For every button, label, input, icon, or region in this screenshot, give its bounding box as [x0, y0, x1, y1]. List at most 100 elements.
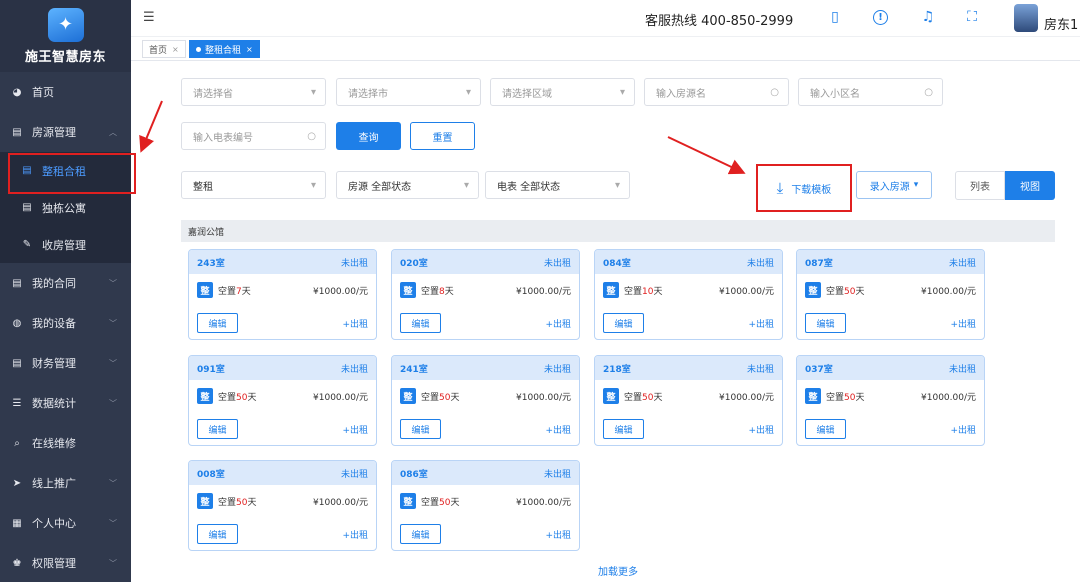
room-number: 241室 [400, 364, 428, 375]
rent-out-link[interactable]: +出租 [342, 423, 368, 436]
edit-button[interactable]: 编辑 [805, 419, 846, 439]
room-price: ¥1000.00/元 [516, 392, 571, 403]
sidebar-item-label: 房源管理 [32, 126, 76, 139]
edit-button[interactable]: 编辑 [400, 419, 441, 439]
room-card[interactable]: 243室 未出租整空置7天 ¥1000.00/元 编辑 +出租 [188, 249, 377, 340]
brand-logo[interactable]: ✦ 施王智慧房东 [0, 0, 131, 72]
rent-out-link[interactable]: +出租 [342, 528, 368, 541]
edit-button[interactable]: 编辑 [400, 313, 441, 333]
close-icon[interactable]: × [246, 45, 253, 54]
room-card[interactable]: 241室 未出租整空置50天 ¥1000.00/元 编辑 +出租 [391, 355, 580, 446]
rent-status: 未出租 [948, 258, 976, 269]
sidebar-item-home[interactable]: ◕ 首页 [0, 72, 131, 112]
document-icon: ▤ [22, 202, 32, 213]
chevron-down-icon: ▾ [913, 180, 919, 190]
bell-icon[interactable]: ♫ [919, 8, 937, 26]
sidebar-item-repair[interactable]: ⌕ 在线维修 [0, 423, 131, 463]
province-select[interactable]: 请选择省 ▾ [181, 78, 326, 106]
room-card-footer: 编辑 +出租 [595, 412, 782, 445]
house-status-select[interactable]: 房源 全部状态 ▾ [336, 171, 479, 199]
tab-whole-shared-rent[interactable]: 整租合租 × [189, 40, 260, 58]
enter-house-label: 录入房源 [869, 181, 910, 193]
card-view-toggle[interactable]: 视图 [1005, 171, 1055, 200]
info-icon[interactable]: ! [873, 10, 888, 25]
avatar[interactable] [1014, 4, 1038, 32]
sidebar-item-permissions[interactable]: ♚ 权限管理 ﹀ [0, 543, 131, 582]
vacancy-text: 空置50天 [826, 390, 864, 403]
edit-button[interactable]: 编辑 [805, 313, 846, 333]
edit-button[interactable]: 编辑 [400, 524, 441, 544]
house-name-input[interactable]: 输入房源名 ○ [644, 78, 789, 106]
search-icon: ○ [770, 86, 779, 98]
room-card[interactable]: 008室 未出租整空置50天 ¥1000.00/元 编辑 +出租 [188, 460, 377, 551]
download-template-button[interactable]: ⤓ 下载模板 [756, 164, 852, 212]
room-card[interactable]: 086室 未出租整空置50天 ¥1000.00/元 编辑 +出租 [391, 460, 580, 551]
room-card-body: 整空置50天 ¥1000.00/元 [797, 274, 984, 306]
edit-icon: ✎ [22, 239, 32, 250]
meter-number-input[interactable]: 输入电表编号 ○ [181, 122, 326, 150]
community-input[interactable]: 输入小区名 ○ [798, 78, 943, 106]
close-icon[interactable]: × [172, 45, 179, 54]
whole-rent-badge-icon: 整 [400, 493, 416, 509]
sidebar-item-finance[interactable]: ▤ 财务管理 ﹀ [0, 343, 131, 383]
vacancy-suffix: 天 [247, 497, 257, 508]
room-card[interactable]: 084室 未出租整空置10天 ¥1000.00/元 编辑 +出租 [594, 249, 783, 340]
sidebar-item-apartment[interactable]: ▤ 独栋公寓 [0, 189, 131, 226]
edit-button[interactable]: 编辑 [197, 524, 238, 544]
room-card[interactable]: 020室 未出租整空置8天 ¥1000.00/元 编辑 +出租 [391, 249, 580, 340]
vacancy-days: 50 [236, 497, 248, 508]
district-select[interactable]: 请选择区域 ▾ [490, 78, 635, 106]
chevron-down-icon: ﹀ [109, 278, 117, 288]
tablet-icon[interactable]: ▯ [826, 8, 844, 26]
sidebar-item-promotion[interactable]: ➤ 线上推广 ﹀ [0, 463, 131, 503]
room-card[interactable]: 037室 未出租整空置50天 ¥1000.00/元 编辑 +出租 [796, 355, 985, 446]
rent-out-link[interactable]: +出租 [545, 423, 571, 436]
sidebar-item-statistics[interactable]: ☰ 数据统计 ﹀ [0, 383, 131, 423]
rent-status: 未出租 [543, 469, 571, 480]
room-card[interactable]: 087室 未出租整空置50天 ¥1000.00/元 编辑 +出租 [796, 249, 985, 340]
room-card-body: 整空置50天 ¥1000.00/元 [189, 380, 376, 412]
load-more-link[interactable]: 加载更多 [598, 563, 638, 578]
room-card-body: 整空置8天 ¥1000.00/元 [392, 274, 579, 306]
menu-icon[interactable]: ☰ [143, 10, 155, 25]
chevron-down-icon: ﹀ [109, 558, 117, 568]
city-placeholder: 请选择市 [348, 88, 388, 100]
rent-out-link[interactable]: +出租 [545, 317, 571, 330]
sidebar-item-contracts[interactable]: ▤ 我的合同 ﹀ [0, 263, 131, 303]
edit-button[interactable]: 编辑 [603, 419, 644, 439]
city-select[interactable]: 请选择市 ▾ [336, 78, 481, 106]
rent-out-link[interactable]: +出租 [748, 423, 774, 436]
edit-button[interactable]: 编辑 [197, 313, 238, 333]
main-content: 请选择省 ▾ 请选择市 ▾ 请选择区域 ▾ 输入房源名 ○ 输入小区名 ○ 输入… [131, 61, 1080, 582]
room-card[interactable]: 091室 未出租整空置50天 ¥1000.00/元 编辑 +出租 [188, 355, 377, 446]
edit-button[interactable]: 编辑 [603, 313, 644, 333]
meter-status-select[interactable]: 电表 全部状态 ▾ [485, 171, 630, 199]
rent-type-select[interactable]: 整租 ▾ [181, 171, 326, 199]
sidebar-item-devices[interactable]: ◍ 我的设备 ﹀ [0, 303, 131, 343]
room-card-footer: 编辑 +出租 [189, 412, 376, 445]
room-card-body: 整空置50天 ¥1000.00/元 [392, 380, 579, 412]
edit-button[interactable]: 编辑 [197, 419, 238, 439]
whole-rent-badge-icon: 整 [400, 282, 416, 298]
query-button[interactable]: 查询 [336, 122, 401, 150]
vacancy-suffix: 天 [247, 392, 257, 403]
tab-home[interactable]: 首页 × [142, 40, 186, 58]
sidebar-item-label: 我的合同 [32, 277, 76, 290]
list-view-toggle[interactable]: 列表 [955, 171, 1005, 200]
reset-button[interactable]: 重置 [410, 122, 475, 150]
rent-out-link[interactable]: +出租 [950, 317, 976, 330]
enter-house-dropdown[interactable]: 录入房源 ▾ [856, 171, 932, 199]
hotline-text: 客服热线 400-850-2999 [645, 14, 794, 29]
rent-out-link[interactable]: +出租 [342, 317, 368, 330]
username[interactable]: 房东1 [1044, 14, 1078, 33]
rent-out-link[interactable]: +出租 [950, 423, 976, 436]
sidebar-item-house-management[interactable]: ▤ 房源管理 ︿ [0, 112, 131, 152]
fullscreen-icon[interactable]: ⛶ [963, 8, 981, 26]
sidebar-item-house-collection[interactable]: ✎ 收房管理 [0, 226, 131, 263]
rent-out-link[interactable]: +出租 [748, 317, 774, 330]
rent-out-link[interactable]: +出租 [545, 528, 571, 541]
room-card[interactable]: 218室 未出租整空置50天 ¥1000.00/元 编辑 +出租 [594, 355, 783, 446]
brand-name: 施王智慧房东 [24, 49, 106, 65]
sidebar-item-personal-center[interactable]: ▦ 个人中心 ﹀ [0, 503, 131, 543]
sidebar-item-label: 个人中心 [32, 517, 76, 530]
